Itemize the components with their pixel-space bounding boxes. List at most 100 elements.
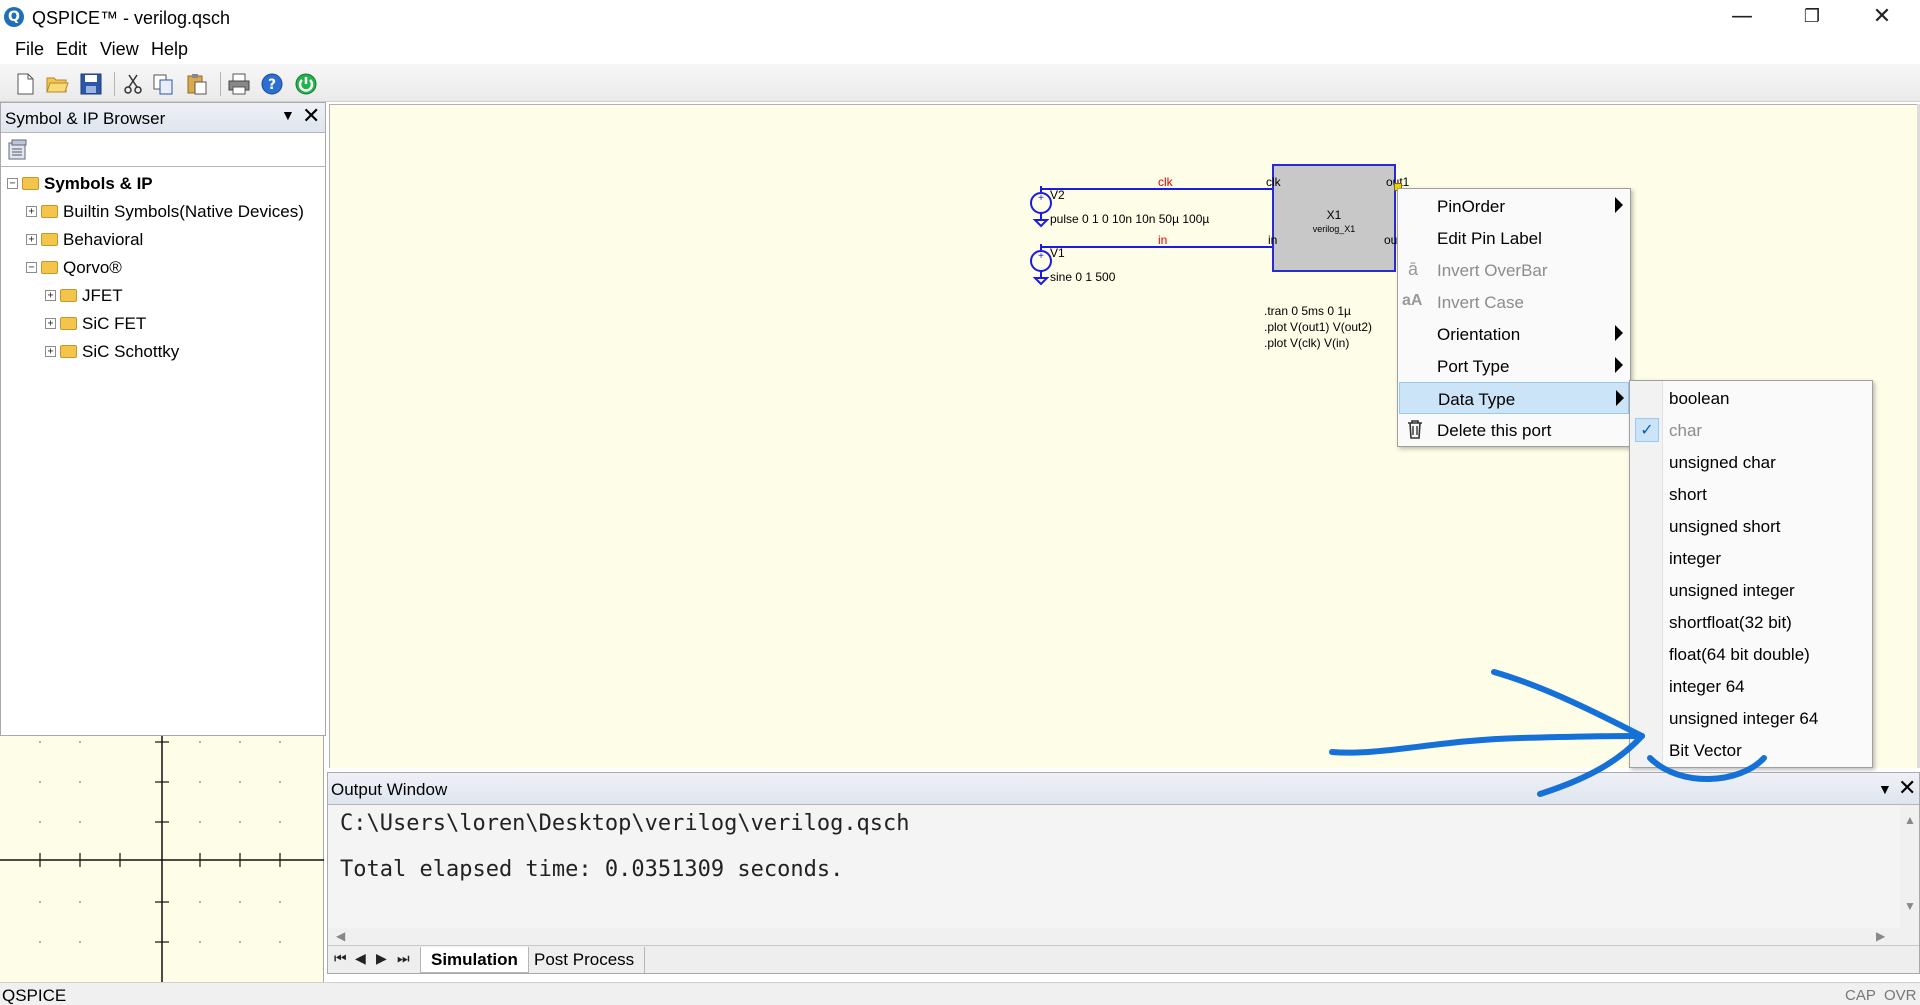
save-icon[interactable] [79, 72, 103, 96]
menu-item-port-type[interactable]: Port Type [1399, 350, 1629, 382]
net-label-clk[interactable]: clk [1158, 175, 1173, 189]
component-type: verilog_X1 [1312, 224, 1356, 234]
output-window: Output Window ▼ ✕ C:\Users\loren\Desktop… [327, 772, 1920, 974]
collapse-icon[interactable]: − [26, 262, 37, 273]
expand-icon[interactable]: + [45, 318, 56, 329]
data-type-boolean[interactable]: boolean [1631, 382, 1871, 414]
menu-item-orientation[interactable]: Orientation [1399, 318, 1629, 350]
wire-in[interactable] [1041, 246, 1273, 248]
data-type-char[interactable]: ✓ char [1631, 414, 1871, 446]
library-list-icon[interactable] [7, 139, 29, 161]
tab-next-icon[interactable]: ▶ [376, 950, 387, 967]
toolbar-separator [220, 72, 221, 96]
minimize-button[interactable]: — [1710, 0, 1774, 34]
menu-item-label: Delete this port [1437, 421, 1552, 440]
menu-edit[interactable]: Edit [56, 39, 87, 60]
v2-value[interactable]: pulse 0 1 0 10n 10n 50µ 100µ [1050, 212, 1209, 226]
data-type-unsigned-short[interactable]: unsigned short [1631, 510, 1871, 542]
wire-clk[interactable] [1041, 188, 1273, 190]
status-text: QSPICE [2, 986, 67, 1005]
output-title: Output Window [331, 780, 448, 799]
data-type-unsigned-integer[interactable]: unsigned integer [1631, 574, 1871, 606]
voltage-source-v2-icon[interactable]: + [1030, 186, 1052, 228]
output-dropdown-icon[interactable]: ▼ [1878, 781, 1892, 797]
scroll-right-icon[interactable]: ▶ [1876, 929, 1885, 943]
pin-label-out: ou [1384, 233, 1398, 247]
expand-icon[interactable]: + [26, 234, 37, 245]
menu-item-pinorder[interactable]: PinOrder [1399, 190, 1629, 222]
port-context-menu: PinOrder Edit Pin Label ā Invert OverBar… [1397, 188, 1631, 447]
tab-first-icon[interactable]: ⏮ [334, 950, 347, 967]
window-title: QSPICE™ - verilog.qsch [32, 8, 231, 28]
close-window-button[interactable]: ✕ [1850, 0, 1914, 34]
symbol-preview-grid [0, 736, 324, 982]
tree-label: SiC Schottky [82, 342, 180, 361]
directive-tran[interactable]: .tran 0 5ms 0 1µ [1264, 304, 1351, 318]
net-label-in[interactable]: in [1158, 233, 1167, 247]
menu-item-invert-case: aA Invert Case [1399, 286, 1629, 318]
data-type-shortfloat[interactable]: shortfloat(32 bit) [1631, 606, 1871, 638]
scroll-left-icon[interactable]: ◀ [336, 929, 345, 943]
tab-simulation[interactable]: Simulation [420, 947, 529, 973]
symbol-ip-browser-panel: Symbol & IP Browser ▼ ✕ − Symbols & IP +… [0, 102, 326, 736]
menu-item-label: Port Type [1437, 357, 1510, 376]
directive-plot-1[interactable]: .plot V(out1) V(out2) [1264, 320, 1372, 334]
expand-icon[interactable]: + [45, 346, 56, 357]
output-tab-bar: ⏮ ◀ ▶ ⏭ Simulation Post Process [328, 945, 1919, 973]
menu-item-label: Invert OverBar [1437, 261, 1548, 280]
browser-title: Symbol & IP Browser [5, 109, 166, 128]
checkmark-icon: ✓ [1635, 418, 1659, 442]
cut-icon[interactable] [121, 72, 145, 96]
qspice-logo-icon: Q [4, 7, 24, 27]
scroll-up-icon[interactable]: ▲ [1904, 813, 1916, 827]
submenu-arrow-icon [1615, 357, 1623, 373]
output-line-elapsed: Total elapsed time: 0.0351309 seconds. [340, 857, 844, 882]
browser-dropdown-icon[interactable]: ▼ [281, 107, 295, 123]
data-type-short[interactable]: short [1631, 478, 1871, 510]
directive-plot-2[interactable]: .plot V(clk) V(in) [1264, 336, 1349, 350]
tab-post-process[interactable]: Post Process [524, 947, 646, 973]
preview-grid-svg [0, 736, 324, 982]
menu-item-label: short [1669, 485, 1707, 504]
case-icon: aA [1402, 292, 1423, 309]
output-text-area[interactable]: C:\Users\loren\Desktop\verilog\verilog.q… [328, 805, 1900, 945]
voltage-source-v1-icon[interactable]: + [1030, 244, 1052, 286]
tab-last-icon[interactable]: ⏭ [397, 950, 410, 967]
help-icon[interactable]: ? [260, 72, 284, 96]
expand-icon[interactable]: + [45, 290, 56, 301]
menu-file[interactable]: File [15, 39, 44, 60]
output-vertical-scrollbar[interactable]: ▲ ▼ [1900, 805, 1919, 945]
output-horizontal-scrollbar[interactable]: ◀ ▶ [328, 928, 1900, 945]
data-type-unsigned-char[interactable]: unsigned char [1631, 446, 1871, 478]
overwrite-indicator: OVR [1884, 987, 1917, 1004]
folder-icon [60, 345, 77, 358]
menu-help[interactable]: Help [151, 39, 188, 60]
restore-button[interactable]: ❐ [1780, 0, 1844, 34]
menu-view[interactable]: View [100, 39, 139, 60]
browser-toolbar [1, 133, 325, 167]
collapse-icon[interactable]: − [7, 178, 18, 189]
open-folder-icon[interactable] [45, 72, 69, 96]
paste-icon[interactable] [185, 72, 209, 96]
folder-icon [60, 289, 77, 302]
menu-item-label: Invert Case [1437, 293, 1524, 312]
caps-lock-indicator: CAP [1845, 987, 1876, 1004]
scroll-down-icon[interactable]: ▼ [1904, 899, 1916, 913]
browser-close-icon[interactable]: ✕ [302, 103, 320, 129]
menu-item-label: Data Type [1438, 390, 1516, 409]
power-icon[interactable] [294, 72, 318, 96]
menu-item-data-type[interactable]: Data Type [1399, 382, 1629, 414]
new-file-icon[interactable] [13, 72, 37, 96]
copy-icon[interactable] [151, 72, 175, 96]
menu-item-delete-port[interactable]: Delete this port [1399, 414, 1629, 446]
menu-item-edit-pin-label[interactable]: Edit Pin Label [1399, 222, 1629, 254]
tab-prev-icon[interactable]: ◀ [355, 950, 366, 967]
output-close-icon[interactable]: ✕ [1898, 775, 1916, 801]
data-type-integer[interactable]: integer [1631, 542, 1871, 574]
v1-value[interactable]: sine 0 1 500 [1050, 270, 1115, 284]
expand-icon[interactable]: + [26, 206, 37, 217]
status-bar: QSPICE CAP OVR [0, 982, 1920, 1005]
folder-icon [41, 261, 58, 274]
verilog-component-x1[interactable]: X1 verilog_X1 [1272, 164, 1396, 272]
print-icon[interactable] [227, 72, 251, 96]
